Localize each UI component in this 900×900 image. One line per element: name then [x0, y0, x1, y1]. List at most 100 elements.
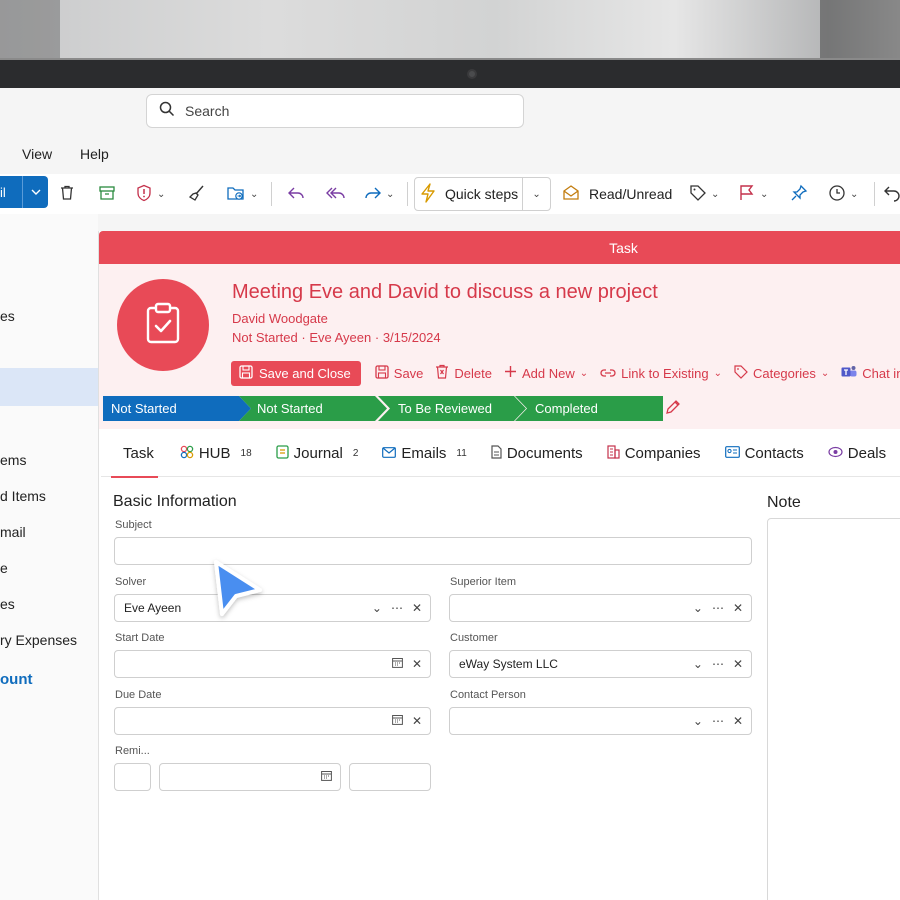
outlook-window: Search View Help il ⌄ ⌄ ⌄ Quick steps ⌄ … — [0, 88, 900, 900]
flag-button[interactable]: ⌄ — [738, 174, 768, 214]
pipeline-stage-current[interactable]: Not Started — [103, 396, 251, 421]
chevron-down-icon[interactable]: ⌄ — [693, 715, 703, 727]
link-to-existing-button[interactable]: Link to Existing ⌄ — [600, 366, 722, 381]
pipeline-stage[interactable]: Completed — [515, 396, 663, 421]
chevron-down-icon[interactable]: ⌄ — [760, 189, 768, 200]
folder-item[interactable]: ry Expenses — [0, 632, 77, 648]
chevron-down-icon[interactable]: ⌄ — [693, 658, 703, 670]
archive-button[interactable] — [98, 174, 116, 214]
start-date-field[interactable]: ✕ — [114, 650, 431, 678]
chevron-down-icon[interactable]: ⌄ — [693, 602, 703, 614]
envelope-icon — [382, 445, 397, 462]
report-button[interactable]: ⌄ — [135, 174, 165, 214]
folder-item[interactable]: e — [0, 560, 8, 576]
clear-icon[interactable]: ✕ — [733, 715, 743, 727]
calendar-icon[interactable] — [321, 770, 332, 784]
reminder-time-field[interactable] — [349, 763, 431, 791]
tab-emails[interactable]: Emails 11 — [370, 431, 478, 477]
chevron-down-icon[interactable]: ⌄ — [711, 189, 719, 200]
task-window-title: Task — [609, 239, 638, 256]
solver-field[interactable]: Eve Ayeen ⌄ ⋯ ✕ — [114, 594, 431, 622]
categories-button[interactable]: Categories ⌄ — [734, 364, 829, 382]
account-name[interactable]: ount — [0, 671, 32, 688]
clear-icon[interactable]: ✕ — [412, 715, 422, 727]
more-icon[interactable]: ⋯ — [712, 715, 724, 727]
folder-item[interactable]: ems — [0, 452, 26, 468]
delete-task-button[interactable]: Delete — [435, 364, 492, 382]
quick-steps-dropdown[interactable]: ⌄ — [522, 178, 550, 210]
tab-hub[interactable]: HUB 18 — [168, 431, 264, 477]
pipeline-stage[interactable]: Not Started — [239, 396, 387, 421]
calendar-icon[interactable] — [392, 714, 403, 728]
tag-icon — [734, 364, 748, 382]
reply-button[interactable] — [287, 174, 305, 214]
menu-help[interactable]: Help — [80, 146, 109, 162]
background-shadow — [0, 0, 60, 58]
save-and-close-button[interactable]: Save and Close — [231, 360, 361, 386]
quick-steps-label: Quick steps — [445, 186, 519, 202]
tab-count: 18 — [240, 448, 252, 459]
status-pipeline: Not Started Not Started To Be Reviewed C… — [103, 396, 663, 421]
envelope-open-icon — [562, 184, 580, 205]
tag-button[interactable]: ⌄ — [689, 174, 719, 214]
sweep-button[interactable] — [188, 174, 206, 214]
folder-item[interactable]: mail — [0, 524, 26, 540]
save-and-close-label: Save and Close — [259, 365, 351, 381]
task-owner[interactable]: David Woodgate — [232, 311, 328, 326]
section-title: Basic Information — [113, 493, 237, 510]
more-icon[interactable]: ⋯ — [712, 602, 724, 614]
task-solver[interactable]: Eve Ayeen — [309, 330, 371, 345]
tab-deals[interactable]: Deals — [816, 431, 898, 477]
clear-icon[interactable]: ✕ — [412, 602, 422, 614]
customer-field[interactable]: eWay System LLC ⌄ ⋯ ✕ — [449, 650, 752, 678]
quick-steps-button[interactable]: Quick steps ⌄ — [414, 177, 551, 211]
search-input[interactable]: Search — [185, 103, 229, 119]
read-unread-button[interactable]: Read/Unread — [562, 174, 672, 214]
menu-view[interactable]: View — [22, 146, 52, 162]
forward-button[interactable]: ⌄ — [364, 174, 394, 214]
search-box[interactable]: Search — [146, 94, 524, 128]
reply-all-button[interactable] — [326, 174, 346, 214]
clear-icon[interactable]: ✕ — [733, 658, 743, 670]
note-textarea[interactable] — [767, 518, 900, 900]
reminder-date-field[interactable] — [159, 763, 341, 791]
chevron-down-icon[interactable]: ⌄ — [386, 189, 394, 200]
chevron-down-icon[interactable]: ⌄ — [372, 602, 382, 614]
reminder-toggle-field[interactable] — [114, 763, 151, 791]
pin-button[interactable] — [790, 174, 808, 214]
folder-item[interactable]: d Items — [0, 488, 46, 504]
due-date-field[interactable]: ✕ — [114, 707, 431, 735]
folder-item[interactable]: es — [0, 596, 15, 612]
move-to-button[interactable]: ⌄ — [226, 174, 258, 214]
delete-button[interactable] — [58, 174, 76, 214]
clear-icon[interactable]: ✕ — [412, 658, 422, 670]
chevron-down-icon[interactable]: ⌄ — [850, 189, 858, 200]
task-avatar — [117, 279, 209, 371]
shield-alert-icon — [135, 184, 153, 205]
tab-journal[interactable]: Journal 2 — [264, 431, 371, 477]
add-new-button[interactable]: Add New ⌄ — [504, 365, 588, 381]
more-icon[interactable]: ⋯ — [712, 658, 724, 670]
folder-item[interactable]: es — [0, 308, 15, 324]
new-mail-dropdown[interactable] — [22, 176, 48, 208]
clear-icon[interactable]: ✕ — [733, 602, 743, 614]
undo-button[interactable] — [884, 174, 900, 214]
chevron-down-icon[interactable]: ⌄ — [250, 189, 258, 200]
contact-person-field[interactable]: ⌄ ⋯ ✕ — [449, 707, 752, 735]
tab-documents[interactable]: Documents — [479, 431, 595, 477]
chevron-down-icon[interactable]: ⌄ — [157, 189, 165, 200]
save-button[interactable]: Save — [375, 364, 423, 382]
snooze-button[interactable]: ⌄ — [828, 174, 858, 214]
quick-steps-main[interactable]: Quick steps — [415, 182, 522, 206]
calendar-icon[interactable] — [392, 657, 403, 671]
tab-companies[interactable]: Companies — [595, 431, 713, 477]
new-mail-button[interactable]: il — [0, 176, 48, 208]
more-icon[interactable]: ⋯ — [391, 602, 403, 614]
tab-contacts[interactable]: Contacts — [713, 431, 816, 477]
tab-task[interactable]: Task — [101, 431, 168, 478]
edit-pipeline-icon[interactable] — [664, 398, 682, 421]
toolbar-divider — [271, 182, 272, 206]
chat-in-teams-button[interactable]: Chat in Te — [841, 365, 900, 382]
superior-item-field[interactable]: ⌄ ⋯ ✕ — [449, 594, 752, 622]
pipeline-stage[interactable]: To Be Reviewed — [378, 396, 526, 421]
